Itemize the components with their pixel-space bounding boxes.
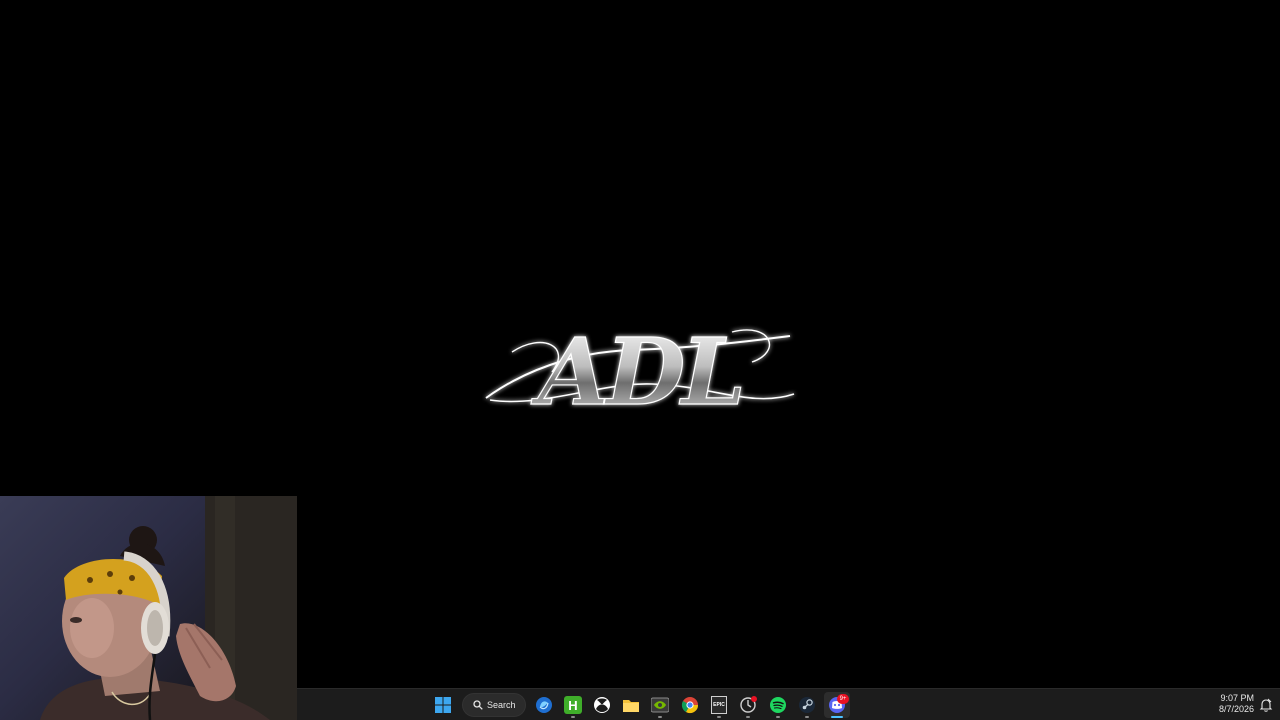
h-app-button[interactable]: H (560, 692, 586, 718)
discord-button[interactable]: 9+ (824, 692, 850, 718)
xbox-button[interactable] (589, 692, 615, 718)
webcam-overlay (0, 496, 297, 720)
notification-dot (751, 696, 757, 702)
clock-date: 8/7/2026 (1218, 704, 1254, 714)
nvidia-icon (651, 697, 669, 713)
folder-icon (623, 700, 639, 712)
spotify-icon (770, 697, 786, 713)
running-indicator (805, 716, 809, 718)
xbox-icon (594, 697, 610, 713)
running-indicator (571, 716, 575, 718)
spotify-button[interactable] (765, 692, 791, 718)
chrome-button[interactable] (677, 692, 703, 718)
taskbar-clock[interactable]: 9:07 PM 8/7/2026 (1219, 693, 1254, 715)
steam-icon (799, 697, 815, 713)
logo-text: ADL (530, 318, 742, 424)
copilot-button[interactable] (531, 692, 557, 718)
adl-logo: ADL (482, 312, 798, 427)
clock-time: 9:07 PM (1220, 693, 1254, 703)
search-icon (473, 700, 483, 710)
running-indicator (831, 716, 843, 718)
discord-badge: 9+ (837, 694, 849, 704)
running-indicator (746, 716, 750, 718)
file-explorer-button[interactable] (618, 692, 644, 718)
running-indicator (717, 716, 721, 718)
running-indicator (658, 716, 662, 718)
epic-games-icon: EPIC (711, 696, 727, 714)
nvidia-button[interactable] (647, 692, 673, 718)
copilot-icon (536, 697, 552, 713)
bell-icon (1259, 698, 1273, 712)
h-app-icon: H (564, 696, 582, 714)
start-button[interactable] (430, 692, 456, 718)
steam-button[interactable] (794, 692, 820, 718)
running-indicator (776, 716, 780, 718)
chrome-icon (681, 697, 699, 714)
epic-games-button[interactable]: EPIC (706, 692, 732, 718)
update-app-button[interactable] (735, 692, 761, 718)
search-label: Search (487, 700, 516, 710)
notification-center-button[interactable] (1258, 697, 1274, 713)
windows-logo-icon (435, 697, 451, 713)
taskbar-search-button[interactable]: Search (462, 693, 526, 717)
